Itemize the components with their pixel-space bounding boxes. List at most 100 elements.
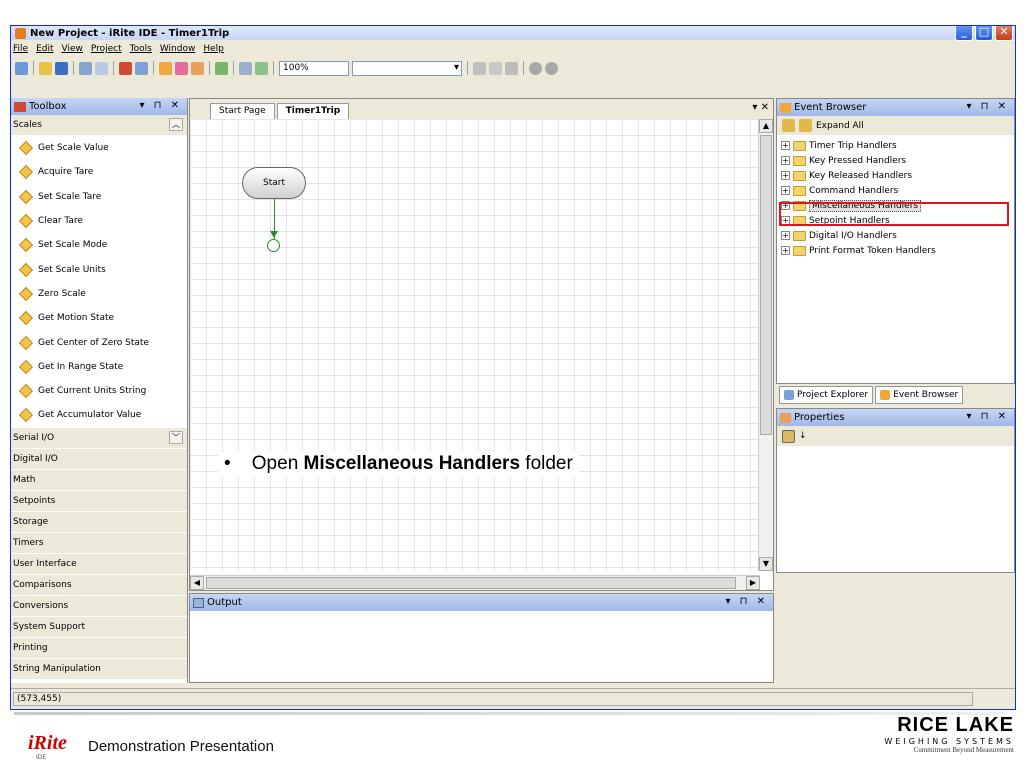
window-title: New Project - iRite IDE - Timer1Trip	[30, 27, 230, 39]
category-item[interactable]: User Interface	[11, 553, 187, 575]
sort-alpha-icon[interactable]: ↓	[799, 431, 807, 441]
properties-header: Properties ▾ ⊓ ✕	[777, 409, 1014, 426]
tool-item[interactable]: Get Current Units String	[11, 379, 187, 403]
tree-node[interactable]: + Digital I/O Handlers	[781, 228, 1014, 243]
tool-item[interactable]: Set Scale Mode	[11, 233, 187, 257]
build-icon[interactable]	[175, 61, 188, 75]
zoom-value[interactable]: 100%	[279, 60, 349, 76]
tool-item[interactable]: Get Center of Zero State	[11, 330, 187, 354]
scroll-thumb[interactable]	[760, 135, 772, 435]
expand-icon[interactable]	[799, 119, 812, 132]
tool-item[interactable]: Set Scale Units	[11, 257, 187, 281]
collapse-icon[interactable]	[782, 119, 795, 132]
menu-project[interactable]: Project	[91, 44, 122, 59]
category-item[interactable]: Digital I/O	[11, 448, 187, 470]
minimize-button[interactable]: _	[955, 26, 973, 41]
chevron-up-icon[interactable]: ︿	[169, 118, 183, 131]
tree-node[interactable]: + Key Released Handlers	[781, 168, 1014, 183]
vertical-scrollbar[interactable]: ▲ ▼	[758, 119, 773, 571]
scroll-left-icon[interactable]: ◀	[190, 576, 204, 590]
category-label: Digital I/O	[13, 453, 58, 464]
category-serial-io[interactable]: Serial I/O ﹀	[11, 427, 187, 449]
tree-node[interactable]: + Timer Trip Handlers	[781, 138, 1014, 153]
chevron-down-icon[interactable]: ﹀	[169, 430, 183, 444]
app-icon	[15, 27, 26, 39]
category-item[interactable]: Conversions	[11, 595, 187, 617]
tool-item[interactable]: Get Motion State	[11, 306, 187, 330]
category-item[interactable]: Storage	[11, 511, 187, 533]
category-item[interactable]: Printing	[11, 637, 187, 659]
tool-item[interactable]: Set Scale Tare	[11, 185, 187, 209]
expand-icon[interactable]: +	[781, 171, 790, 180]
categorized-icon[interactable]	[782, 429, 795, 443]
expand-icon[interactable]: +	[781, 156, 790, 165]
save-icon[interactable]	[55, 61, 68, 75]
category-item[interactable]: Timers	[11, 532, 187, 554]
explorer-icon[interactable]	[135, 61, 148, 75]
category-item[interactable]: Comparisons	[11, 574, 187, 596]
zoom-dropdown[interactable]	[352, 60, 462, 76]
category-item[interactable]: Math	[11, 469, 187, 491]
scroll-thumb[interactable]	[206, 577, 736, 589]
brand-name: RICE LAKE	[897, 714, 1014, 736]
copy-icon[interactable]	[489, 61, 502, 75]
grid-icon[interactable]	[239, 61, 252, 75]
menu-help[interactable]: Help	[203, 44, 224, 59]
expand-icon[interactable]: +	[781, 141, 790, 150]
maximize-button[interactable]: □	[975, 26, 993, 41]
fit-icon[interactable]	[255, 61, 268, 75]
tree-node[interactable]: + Key Pressed Handlers	[781, 153, 1014, 168]
tab-event-browser[interactable]: Event Browser	[875, 386, 964, 404]
scroll-up-icon[interactable]: ▲	[759, 119, 773, 133]
tool-item[interactable]: Get Accumulator Value	[11, 403, 187, 427]
event-icon[interactable]	[159, 61, 172, 75]
tab-project-explorer[interactable]: Project Explorer	[779, 386, 874, 404]
close-button[interactable]: ✕	[995, 26, 1013, 41]
download-icon[interactable]	[215, 61, 228, 75]
tool-item[interactable]: Zero Scale	[11, 282, 187, 306]
pane-controls[interactable]: ▾ ⊓ ✕	[966, 411, 1009, 422]
tab-label: Event Browser	[893, 390, 959, 400]
open-icon[interactable]	[39, 61, 52, 75]
category-item[interactable]: Setpoints	[11, 490, 187, 512]
tab-controls[interactable]: ▾ ✕	[752, 102, 769, 113]
tree-node[interactable]: + Print Format Token Handlers	[781, 243, 1014, 258]
pane-controls[interactable]: ▾ ⊓ ✕	[139, 100, 182, 111]
pane-controls[interactable]: ▾ ⊓ ✕	[966, 101, 1009, 112]
cut-icon[interactable]	[473, 61, 486, 75]
toolbox-icon[interactable]	[119, 61, 132, 75]
tab-timer1trip[interactable]: Timer1Trip	[276, 103, 350, 119]
flowchart-canvas[interactable]: Start • Open Miscellaneous Handlers fold…	[190, 119, 760, 571]
undo-icon[interactable]	[529, 61, 542, 75]
redo-icon[interactable]	[545, 61, 558, 75]
scroll-right-icon[interactable]: ▶	[746, 576, 760, 590]
menu-file[interactable]: File	[13, 44, 28, 59]
start-node[interactable]: Start	[242, 167, 306, 199]
expand-icon[interactable]: +	[781, 186, 790, 195]
tool-item[interactable]: Get Scale Value	[11, 136, 187, 160]
tree-node[interactable]: + Command Handlers	[781, 183, 1014, 198]
expand-icon[interactable]: +	[781, 231, 790, 240]
paste-icon[interactable]	[505, 61, 518, 75]
menu-tools[interactable]: Tools	[130, 44, 152, 59]
category-scales[interactable]: Scales ︿	[11, 115, 187, 136]
horizontal-scrollbar[interactable]: ◀ ▶	[190, 575, 760, 590]
connection-point[interactable]	[267, 239, 280, 252]
scroll-down-icon[interactable]: ▼	[759, 557, 773, 571]
menu-edit[interactable]: Edit	[36, 44, 53, 59]
expand-icon[interactable]: +	[781, 246, 790, 255]
tool-item[interactable]: Acquire Tare	[11, 160, 187, 184]
new-icon[interactable]	[15, 61, 28, 75]
menu-window[interactable]: Window	[160, 44, 196, 59]
tool-item[interactable]: Clear Tare	[11, 209, 187, 233]
print-icon[interactable]	[79, 61, 92, 75]
preview-icon[interactable]	[95, 61, 108, 75]
expand-all-button[interactable]: Expand All	[816, 121, 864, 131]
menu-view[interactable]: View	[62, 44, 83, 59]
properties-icon[interactable]	[191, 61, 204, 75]
pane-controls[interactable]: ▾ ⊓ ✕	[725, 596, 768, 607]
tool-item[interactable]: Get In Range State	[11, 355, 187, 379]
tab-start-page[interactable]: Start Page	[210, 103, 275, 119]
category-item[interactable]: String Manipulation	[11, 658, 187, 680]
category-item[interactable]: System Support	[11, 616, 187, 638]
